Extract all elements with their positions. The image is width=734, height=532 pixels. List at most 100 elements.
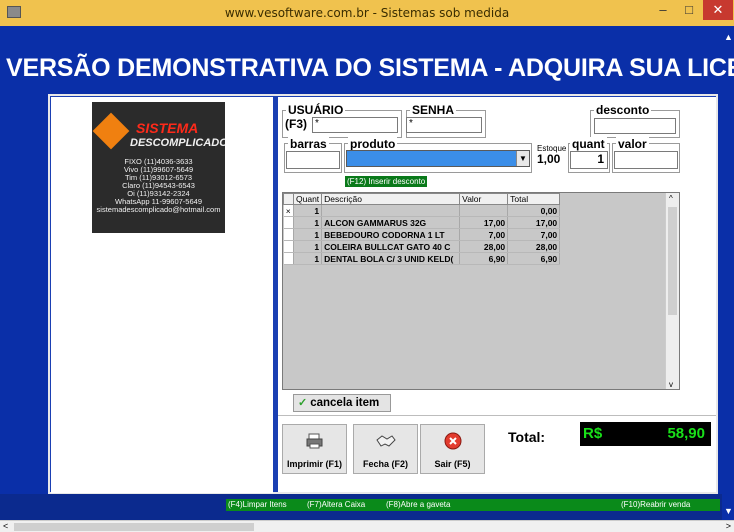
cell-descricao: [321, 204, 461, 217]
logo-title: SISTEMA: [136, 120, 199, 136]
cell-descricao: COLEIRA BULLCAT GATO 40 C: [321, 240, 461, 253]
cell-total: 0,00: [507, 204, 561, 217]
column-header[interactable]: Quant: [292, 193, 323, 205]
valor-input[interactable]: [614, 151, 678, 169]
check-icon: ✓: [298, 397, 308, 409]
total-currency: R$: [583, 425, 603, 442]
items-grid[interactable]: Quant Descrição Valor Total × 1 0,00 1 A…: [282, 192, 680, 390]
logo-subtitle: DESCOMPLICADO: [130, 137, 225, 149]
cell-quant: 1: [293, 228, 323, 241]
cell-valor: 6,90: [459, 252, 509, 265]
cancel-item-button[interactable]: ✓ cancela item: [293, 394, 391, 412]
estoque-value: 1,00: [537, 152, 561, 166]
close-sale-button[interactable]: Fecha (F2): [353, 424, 418, 474]
cell-quant: 1: [293, 252, 323, 265]
valor-label: valor: [616, 137, 649, 151]
cell-descricao: BEBEDOURO CODORNA 1 LT: [321, 228, 461, 241]
row-indicator: ×: [283, 204, 294, 217]
barras-label: barras: [288, 137, 329, 151]
cell-total: 6,90: [507, 252, 561, 265]
exit-button[interactable]: Sair (F5): [420, 424, 485, 474]
cell-valor: [459, 204, 509, 217]
window-title: www.vesoftware.com.br - Sistemas sob med…: [224, 6, 510, 20]
column-header[interactable]: Valor: [459, 193, 509, 205]
total-amount: 58,90: [667, 425, 705, 442]
company-logo: SISTEMA DESCOMPLICADO FIXO (11)4036-3633…: [92, 102, 225, 233]
row-indicator: [283, 252, 294, 265]
close-sale-label: Fecha (F2): [362, 459, 408, 469]
contact-line: sistemadescomplicado@hotmail.com: [96, 205, 221, 214]
shortcut-limpar[interactable]: (F4)Limpar Itens: [228, 500, 287, 509]
cell-total: 28,00: [507, 240, 561, 253]
grid-corner: [283, 193, 294, 205]
cell-valor: 7,00: [459, 228, 509, 241]
cell-valor: 17,00: [459, 216, 509, 229]
exit-icon: [421, 431, 484, 453]
desconto-hint: (F12) Inserir desconto: [345, 176, 428, 187]
close-button[interactable]: ✕: [703, 0, 733, 20]
logo-mark-icon: [92, 112, 130, 150]
table-row[interactable]: 1 BEBEDOURO CODORNA 1 LT 7,00 7,00: [283, 228, 561, 241]
produto-label: produto: [348, 137, 398, 151]
desconto-label: desconto: [594, 103, 652, 117]
chevron-down-icon[interactable]: ▼: [516, 151, 529, 166]
print-label: Imprimir (F1): [286, 459, 342, 469]
status-bar: (F4)Limpar Itens (F7)Altera Caixa (F8)Ab…: [0, 494, 722, 520]
usuario-label: USUÁRIO: [286, 103, 346, 117]
cancel-item-label: cancela item: [310, 397, 380, 409]
desconto-input[interactable]: [594, 118, 676, 134]
divider: [278, 415, 716, 416]
print-button[interactable]: Imprimir (F1): [282, 424, 347, 474]
table-row[interactable]: 1 DENTAL BOLA C/ 3 UNID KELD( 6,90 6,90: [283, 252, 561, 265]
cell-valor: 28,00: [459, 240, 509, 253]
demo-banner: VERSÃO DEMONSTRATIVA DO SISTEMA - ADQUIR…: [6, 54, 734, 82]
column-header[interactable]: Total: [507, 193, 561, 205]
table-row[interactable]: × 1 0,00: [283, 204, 561, 217]
produto-select[interactable]: ▼: [346, 150, 530, 167]
table-row[interactable]: 1 ALCON GAMMARUS 32G 17,00 17,00: [283, 216, 561, 229]
senha-label: SENHA: [410, 103, 457, 117]
vertical-scrollbar[interactable]: ▲ ▼: [722, 26, 734, 520]
handshake-icon: [354, 431, 417, 453]
column-header[interactable]: Descrição: [321, 193, 461, 205]
title-bar: www.vesoftware.com.br - Sistemas sob med…: [0, 0, 734, 26]
shortcut-reabrir[interactable]: (F10)Reabrir venda: [621, 500, 690, 509]
scroll-right-icon[interactable]: >: [726, 521, 731, 531]
cell-quant: 1: [293, 204, 323, 217]
exit-label: Sair (F5): [434, 459, 471, 469]
cell-quant: 1: [293, 240, 323, 253]
senha-input[interactable]: *: [406, 117, 482, 133]
usuario-input[interactable]: *: [312, 117, 398, 133]
row-indicator: [283, 240, 294, 253]
cell-total: 7,00: [507, 228, 561, 241]
grid-scrollbar[interactable]: ^ v: [665, 193, 679, 389]
row-indicator: [283, 228, 294, 241]
scroll-down-arrow-icon[interactable]: ▼: [724, 506, 733, 516]
chevron-down-icon[interactable]: v: [669, 380, 673, 389]
horizontal-scroll-thumb[interactable]: [14, 523, 254, 531]
shortcut-gaveta[interactable]: (F8)Abre a gaveta: [386, 500, 450, 509]
maximize-button[interactable]: □: [676, 0, 702, 20]
cell-descricao: ALCON GAMMARUS 32G: [321, 216, 461, 229]
barras-input[interactable]: [286, 151, 340, 169]
scroll-up-arrow-icon[interactable]: ▲: [724, 32, 733, 42]
shortcut-altera[interactable]: (F7)Altera Caixa: [307, 500, 365, 509]
items-table: Quant Descrição Valor Total × 1 0,00 1 A…: [283, 193, 561, 265]
usuario-hotkey: (F3): [285, 117, 307, 131]
cell-descricao: DENTAL BOLA C/ 3 UNID KELD(: [321, 252, 461, 265]
total-display: R$ 58,90: [580, 422, 711, 446]
quant-input[interactable]: 1: [570, 151, 608, 169]
row-indicator: [283, 216, 294, 229]
logo-contacts: FIXO (11)4036-3633 Vivo (11)99607-5649 T…: [92, 158, 225, 214]
scroll-left-icon[interactable]: <: [3, 521, 8, 531]
chevron-up-icon[interactable]: ^: [669, 194, 673, 203]
total-label: Total:: [508, 429, 546, 445]
quant-label: quant: [570, 137, 607, 151]
minimize-button[interactable]: –: [650, 0, 676, 20]
table-row[interactable]: 1 COLEIRA BULLCAT GATO 40 C 28,00 28,00: [283, 240, 561, 253]
cell-total: 17,00: [507, 216, 561, 229]
printer-icon: [283, 431, 346, 453]
grid-scroll-thumb[interactable]: [668, 207, 677, 315]
cell-quant: 1: [293, 216, 323, 229]
horizontal-scrollbar[interactable]: < >: [0, 520, 734, 532]
